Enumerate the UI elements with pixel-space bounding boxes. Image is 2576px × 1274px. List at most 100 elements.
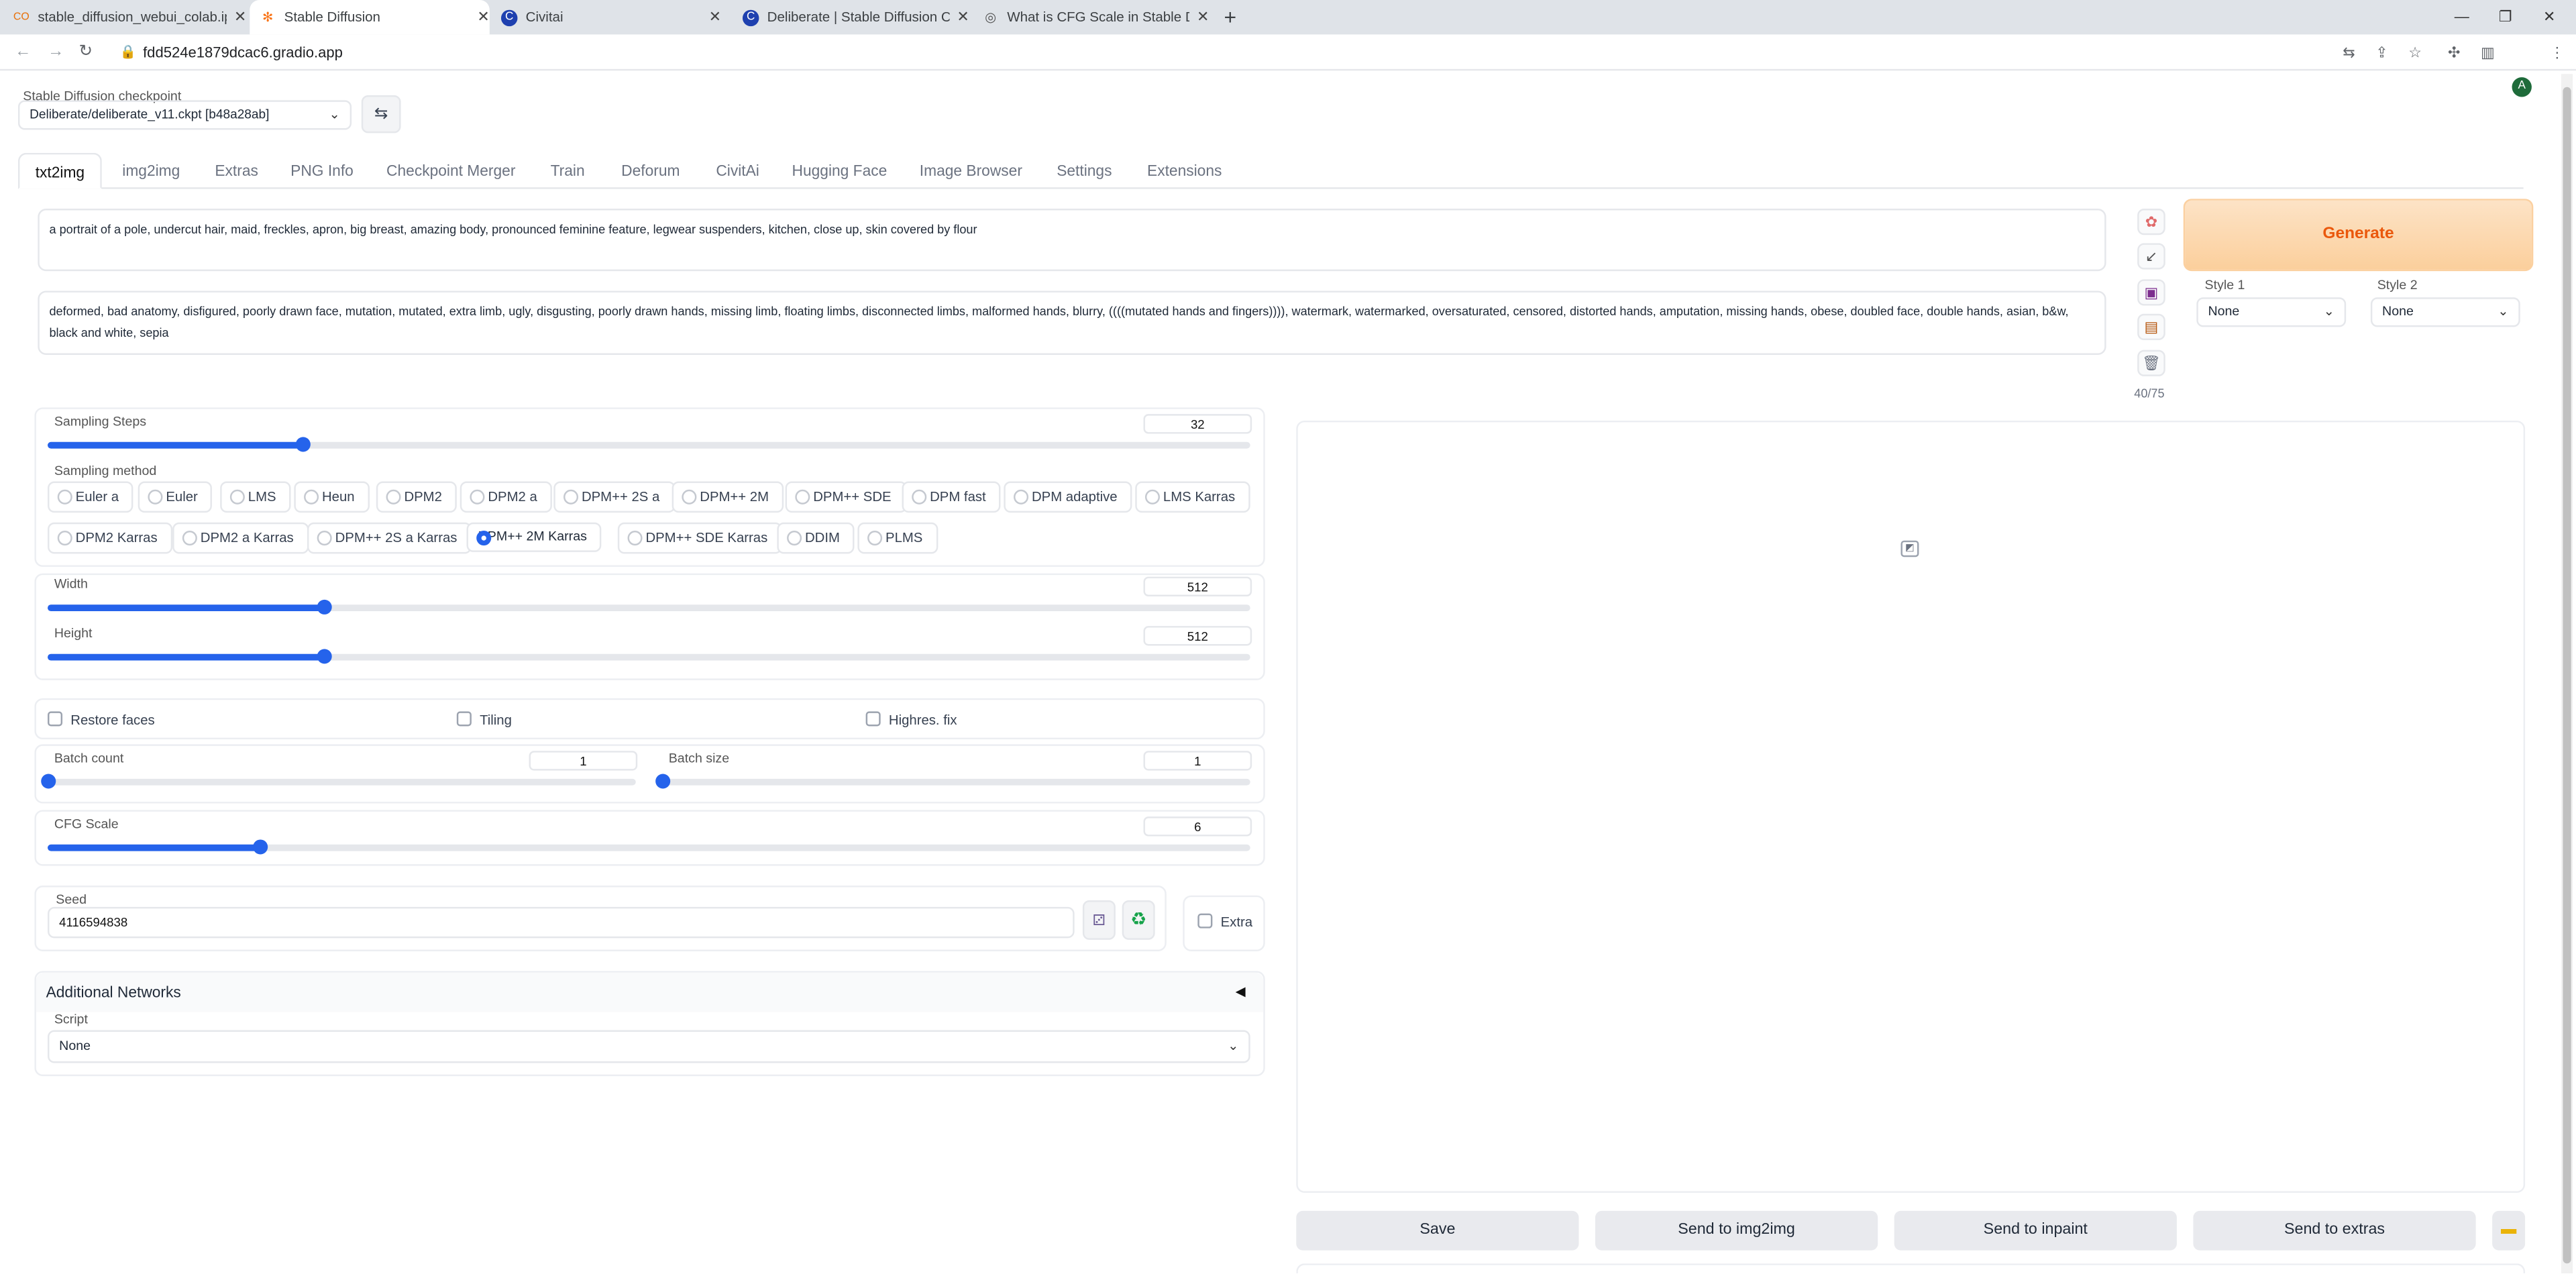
tab-checkpoint-merger[interactable]: Checkpoint Merger: [378, 153, 524, 189]
clear-prompt-button[interactable]: 🗑: [2137, 350, 2165, 376]
sampler-euler-a[interactable]: Euler a: [48, 481, 134, 513]
tab-train[interactable]: Train: [542, 153, 593, 189]
cfg-scale-input[interactable]: 6: [1143, 816, 1252, 837]
sampling-steps-slider[interactable]: [48, 437, 1250, 452]
sampler-euler[interactable]: Euler: [138, 481, 213, 513]
tab-txt2img[interactable]: txt2img: [17, 152, 102, 189]
translate-icon[interactable]: ⇆: [2343, 34, 2355, 70]
sampler-plms[interactable]: PLMS: [857, 522, 938, 554]
browser-tab[interactable]: CO stable_diffusion_webui_colab.ipynb ✕: [13, 0, 246, 34]
back-icon[interactable]: ←: [15, 34, 31, 70]
random-seed-button[interactable]: ⚂: [1082, 900, 1116, 940]
sampler-dpm-fast[interactable]: DPM fast: [902, 481, 1001, 513]
generate-button[interactable]: Generate: [2183, 199, 2534, 272]
sampler-dpmpp-2m[interactable]: DPM++ 2M: [672, 481, 784, 513]
negative-prompt-textarea[interactable]: deformed, bad anatomy, disfigured, poorl…: [38, 290, 2106, 355]
bookmark-star-icon[interactable]: ☆: [2408, 34, 2422, 70]
batch-size-input[interactable]: 1: [1143, 751, 1252, 771]
reload-icon[interactable]: ↻: [79, 34, 93, 70]
close-tab-icon[interactable]: ✕: [709, 0, 721, 34]
interrogate-button[interactable]: ✿: [2137, 209, 2165, 235]
slider-thumb[interactable]: [41, 774, 56, 789]
new-tab-icon[interactable]: +: [1224, 0, 1244, 34]
kebab-menu-icon[interactable]: ⋮: [2550, 34, 2565, 70]
script-select[interactable]: None ⌄: [48, 1030, 1250, 1063]
sampler-lms[interactable]: LMS: [220, 481, 291, 513]
restore-faces-checkbox[interactable]: [48, 711, 63, 727]
profile-avatar[interactable]: A: [2512, 77, 2532, 97]
tab-civitai[interactable]: CivitAi: [706, 153, 769, 189]
close-tab-icon[interactable]: ✕: [957, 0, 969, 34]
slider-thumb[interactable]: [252, 839, 268, 855]
sampler-dpmpp-sde[interactable]: DPM++ SDE: [785, 481, 906, 513]
tab-hugging-face[interactable]: Hugging Face: [787, 153, 892, 189]
tab-deforum[interactable]: Deforum: [611, 153, 690, 189]
tab-extensions[interactable]: Extensions: [1138, 153, 1230, 189]
batch-count-slider[interactable]: [41, 774, 636, 789]
close-tab-icon[interactable]: ✕: [477, 0, 489, 34]
send-to-extras-button[interactable]: Send to extras: [2193, 1210, 2476, 1251]
extensions-icon[interactable]: ✣: [2448, 34, 2460, 70]
restore-icon[interactable]: ❐: [2499, 0, 2512, 34]
sampler-dpm2-a-karras[interactable]: DPM2 a Karras: [172, 522, 309, 554]
send-to-img2img-button[interactable]: Send to img2img: [1595, 1210, 1878, 1251]
sampler-dpmpp-2s-a[interactable]: DPM++ 2S a: [553, 481, 675, 513]
save-style-button[interactable]: ▣: [2137, 279, 2165, 306]
additional-networks-header[interactable]: [36, 972, 1264, 1012]
save-button[interactable]: Save: [1296, 1210, 1579, 1251]
extra-seed-checkbox[interactable]: [1197, 913, 1213, 928]
sampler-dpm2-karras[interactable]: DPM2 Karras: [48, 522, 172, 554]
batch-count-input[interactable]: 1: [529, 751, 638, 771]
forward-icon[interactable]: →: [48, 34, 64, 70]
tab-img2img[interactable]: img2img: [109, 153, 194, 189]
close-tab-icon[interactable]: ✕: [234, 0, 246, 34]
send-to-inpaint-button[interactable]: Send to inpaint: [1894, 1210, 2177, 1251]
reuse-seed-button[interactable]: ♻: [1122, 900, 1155, 940]
height-input[interactable]: 512: [1143, 626, 1252, 646]
tab-png-info[interactable]: PNG Info: [282, 153, 362, 189]
browser-tab[interactable]: C Civitai ✕: [500, 0, 721, 34]
sampler-lms-karras[interactable]: LMS Karras: [1135, 481, 1250, 513]
close-window-icon[interactable]: ✕: [2543, 0, 2555, 34]
browser-tab[interactable]: ◎ What is CFG Scale in Stable Diffusion …: [983, 0, 1209, 34]
sampler-heun[interactable]: Heun: [294, 481, 370, 513]
style-2-select[interactable]: None ⌄: [2370, 297, 2520, 327]
sampler-dpmpp-2m-karras-selected[interactable]: DPM++ 2M Karras: [466, 522, 602, 552]
close-tab-icon[interactable]: ✕: [1197, 0, 1209, 34]
share-icon[interactable]: ⇪: [2375, 34, 2387, 70]
checkpoint-select[interactable]: Deliberate/deliberate_v11.ckpt [b48a28ab…: [17, 100, 352, 130]
tab-settings[interactable]: Settings: [1048, 153, 1120, 189]
tiling-checkbox[interactable]: [456, 711, 472, 727]
refresh-checkpoint-button[interactable]: ⇆: [361, 95, 401, 134]
sampler-dpm2-a[interactable]: DPM2 a: [460, 481, 552, 513]
collapse-triangle-icon[interactable]: ◀: [1236, 984, 1246, 999]
tab-extras[interactable]: Extras: [205, 153, 268, 189]
seed-input[interactable]: 4116594838: [48, 906, 1075, 939]
page-scrollbar[interactable]: [2561, 74, 2573, 1273]
open-folder-button[interactable]: ▬: [2492, 1210, 2526, 1251]
scrollbar-thumb[interactable]: [2563, 87, 2571, 1264]
slider-thumb[interactable]: [316, 649, 331, 664]
browser-tab-active[interactable]: ✻ Stable Diffusion ✕: [250, 0, 490, 35]
sampling-steps-input[interactable]: 32: [1143, 414, 1252, 434]
tab-image-browser[interactable]: Image Browser: [914, 153, 1028, 189]
batch-size-slider[interactable]: [655, 774, 1250, 789]
sampler-ddim[interactable]: DDIM: [777, 522, 855, 554]
width-slider[interactable]: [48, 599, 1250, 615]
sampler-dpm2[interactable]: DPM2: [376, 481, 457, 513]
apply-style-button[interactable]: ▤: [2137, 313, 2165, 340]
side-panel-icon[interactable]: ▥: [2481, 34, 2495, 70]
prompt-textarea[interactable]: a portrait of a pole, undercut hair, mai…: [38, 209, 2106, 272]
cfg-scale-slider[interactable]: [48, 839, 1250, 855]
sampler-dpm-adaptive[interactable]: DPM adaptive: [1004, 481, 1132, 513]
sampler-dpmpp-sde-karras[interactable]: DPM++ SDE Karras: [617, 522, 783, 554]
highres-fix-checkbox[interactable]: [865, 711, 881, 727]
style-1-select[interactable]: None ⌄: [2196, 297, 2347, 327]
browser-tab[interactable]: C Deliberate | Stable Diffusion Checkpoi…: [742, 0, 969, 34]
address-bar[interactable]: fdd524e1879dcac6.gradio.app: [143, 34, 343, 70]
slider-thumb[interactable]: [316, 599, 331, 615]
sampler-dpmpp-2s-a-karras[interactable]: DPM++ 2S a Karras: [307, 522, 472, 554]
paste-params-button[interactable]: ↙: [2137, 243, 2165, 270]
width-input[interactable]: 512: [1143, 576, 1252, 596]
minimize-icon[interactable]: —: [2455, 0, 2469, 34]
